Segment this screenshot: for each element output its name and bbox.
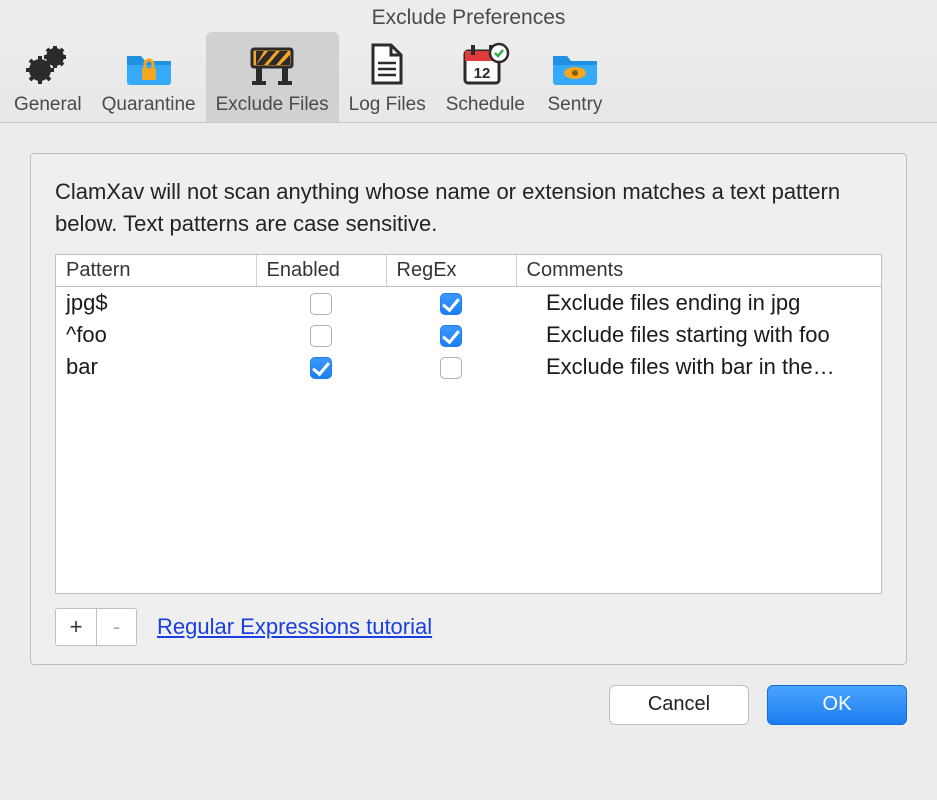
add-button[interactable]: +: [56, 609, 96, 645]
cell-comments[interactable]: Exclude files with bar in the…: [516, 351, 881, 383]
cell-pattern[interactable]: bar: [56, 351, 256, 383]
col-header-comments[interactable]: Comments: [516, 255, 881, 287]
cell-pattern[interactable]: ^foo: [56, 319, 256, 351]
cancel-button[interactable]: Cancel: [609, 685, 749, 725]
table-controls: + - Regular Expressions tutorial: [55, 608, 882, 646]
eye-folder-icon: [549, 38, 601, 90]
gears-icon: [22, 38, 74, 90]
tab-label: Schedule: [446, 94, 525, 116]
col-header-pattern[interactable]: Pattern: [56, 255, 256, 287]
window-title: Exclude Preferences: [0, 0, 937, 32]
tab-label: Sentry: [548, 94, 603, 116]
table-row[interactable]: bar Exclude files with bar in the…: [56, 351, 881, 383]
regex-checkbox[interactable]: [440, 293, 462, 315]
col-header-enabled[interactable]: Enabled: [256, 255, 386, 287]
table-row[interactable]: jpg$ Exclude files ending in jpg: [56, 286, 881, 319]
regex-checkbox[interactable]: [440, 325, 462, 347]
table-row[interactable]: ^foo Exclude files starting with foo: [56, 319, 881, 351]
enabled-checkbox[interactable]: [310, 293, 332, 315]
regex-tutorial-link[interactable]: Regular Expressions tutorial: [157, 614, 432, 640]
tab-sentry[interactable]: Sentry: [535, 32, 615, 122]
tab-general[interactable]: General: [4, 32, 92, 122]
barrier-icon: [246, 38, 298, 90]
enabled-checkbox[interactable]: [310, 325, 332, 347]
cell-comments[interactable]: Exclude files starting with foo: [516, 319, 881, 351]
regex-checkbox[interactable]: [440, 357, 462, 379]
exclude-panel: ClamXav will not scan anything whose nam…: [30, 153, 907, 665]
col-header-regex[interactable]: RegEx: [386, 255, 516, 287]
tab-quarantine[interactable]: Quarantine: [92, 32, 206, 122]
enabled-checkbox[interactable]: [310, 357, 332, 379]
tab-label: General: [14, 94, 82, 116]
ok-button[interactable]: OK: [767, 685, 907, 725]
toolbar: General Quarantine Exclude Files: [0, 32, 937, 123]
tab-label: Quarantine: [102, 94, 196, 116]
svg-text:12: 12: [474, 65, 491, 82]
panel-description: ClamXav will not scan anything whose nam…: [55, 176, 882, 240]
document-icon: [361, 38, 413, 90]
lock-folder-icon: [123, 38, 175, 90]
tab-schedule[interactable]: 12 Schedule: [436, 32, 535, 122]
pattern-table: Pattern Enabled RegEx Comments jpg$ Excl…: [55, 254, 882, 594]
tab-label: Log Files: [349, 94, 426, 116]
calendar-icon: 12: [459, 38, 511, 90]
tab-label: Exclude Files: [216, 94, 329, 116]
cell-pattern[interactable]: jpg$: [56, 286, 256, 319]
tab-log-files[interactable]: Log Files: [339, 32, 436, 122]
dialog-footer: Cancel OK: [0, 665, 937, 725]
cell-comments[interactable]: Exclude files ending in jpg: [516, 286, 881, 319]
tab-exclude-files[interactable]: Exclude Files: [206, 32, 339, 122]
remove-button[interactable]: -: [96, 609, 136, 645]
